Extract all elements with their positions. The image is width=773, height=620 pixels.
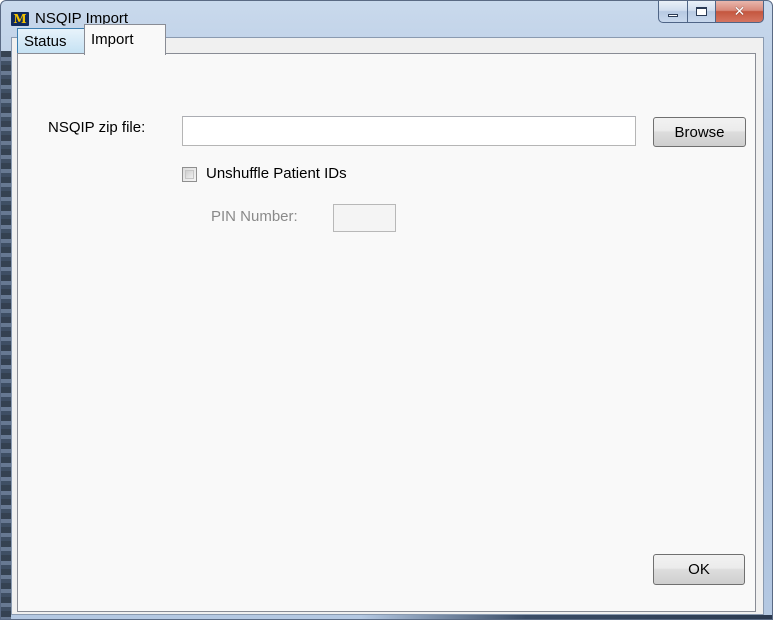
app-logo-icon: M xyxy=(11,12,29,26)
maximize-icon xyxy=(696,7,707,16)
ok-button[interactable]: OK xyxy=(653,554,745,585)
minimize-icon xyxy=(668,13,678,17)
nsqip-import-window: M NSQIP Import ✕ Status Import NSQIP zip… xyxy=(0,0,773,620)
taskbar-edge xyxy=(361,615,772,619)
pin-number-label: PIN Number: xyxy=(211,208,298,225)
tab-import[interactable]: Import xyxy=(84,24,166,55)
maximize-button[interactable] xyxy=(688,1,716,23)
close-button[interactable]: ✕ xyxy=(716,1,764,23)
tab-status[interactable]: Status xyxy=(17,28,85,54)
caption-buttons: ✕ xyxy=(658,1,764,25)
zip-file-label: NSQIP zip file: xyxy=(48,119,146,136)
unshuffle-checkbox[interactable] xyxy=(182,167,197,182)
background-edge xyxy=(1,51,11,619)
checkbox-box xyxy=(185,170,194,179)
close-icon: ✕ xyxy=(733,3,746,20)
pin-number-input[interactable] xyxy=(333,204,396,232)
zip-file-input[interactable] xyxy=(182,116,636,146)
unshuffle-label[interactable]: Unshuffle Patient IDs xyxy=(206,165,347,182)
minimize-button[interactable] xyxy=(658,1,688,23)
browse-button[interactable]: Browse xyxy=(653,117,746,147)
